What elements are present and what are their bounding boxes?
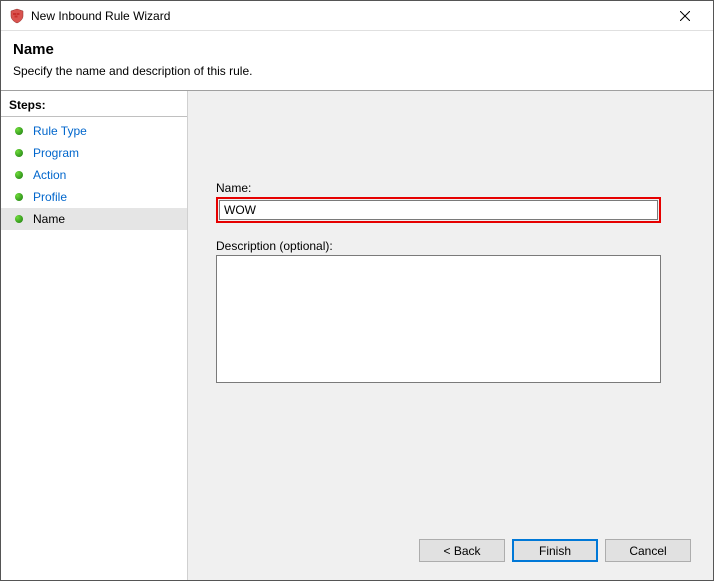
- page-subtitle: Specify the name and description of this…: [13, 64, 701, 78]
- steps-sidebar: Steps: Rule Type Program Action Profile …: [1, 91, 188, 580]
- step-label: Rule Type: [33, 124, 87, 138]
- wizard-body: Steps: Rule Type Program Action Profile …: [1, 91, 713, 580]
- name-label: Name:: [216, 181, 685, 195]
- button-bar: < Back Finish Cancel: [419, 539, 691, 562]
- cancel-button[interactable]: Cancel: [605, 539, 691, 562]
- window-title: New Inbound Rule Wizard: [31, 9, 665, 23]
- wizard-window: New Inbound Rule Wizard Name Specify the…: [0, 0, 714, 581]
- step-label: Program: [33, 146, 79, 160]
- page-title: Name: [13, 41, 701, 58]
- bullet-icon: [15, 193, 23, 201]
- step-rule-type[interactable]: Rule Type: [1, 120, 187, 142]
- step-label: Action: [33, 168, 66, 182]
- step-label: Profile: [33, 190, 67, 204]
- bullet-icon: [15, 215, 23, 223]
- name-highlight: [216, 197, 661, 223]
- titlebar: New Inbound Rule Wizard: [1, 1, 713, 31]
- step-profile[interactable]: Profile: [1, 186, 187, 208]
- description-textarea[interactable]: [216, 255, 661, 383]
- finish-button[interactable]: Finish: [512, 539, 598, 562]
- step-action[interactable]: Action: [1, 164, 187, 186]
- close-icon: [680, 11, 690, 21]
- steps-header: Steps:: [1, 96, 187, 117]
- bullet-icon: [15, 127, 23, 135]
- step-program[interactable]: Program: [1, 142, 187, 164]
- close-button[interactable]: [665, 2, 705, 30]
- bullet-icon: [15, 171, 23, 179]
- wizard-header: Name Specify the name and description of…: [1, 31, 713, 90]
- step-label: Name: [33, 212, 65, 226]
- step-name[interactable]: Name: [1, 208, 187, 230]
- name-input[interactable]: [219, 200, 658, 220]
- description-field-group: Description (optional):: [216, 239, 685, 386]
- bullet-icon: [15, 149, 23, 157]
- back-button[interactable]: < Back: [419, 539, 505, 562]
- main-panel: Name: Description (optional): < Back Fin…: [188, 91, 713, 580]
- firewall-icon: [9, 8, 25, 24]
- description-label: Description (optional):: [216, 239, 685, 253]
- name-field-group: Name:: [216, 181, 685, 223]
